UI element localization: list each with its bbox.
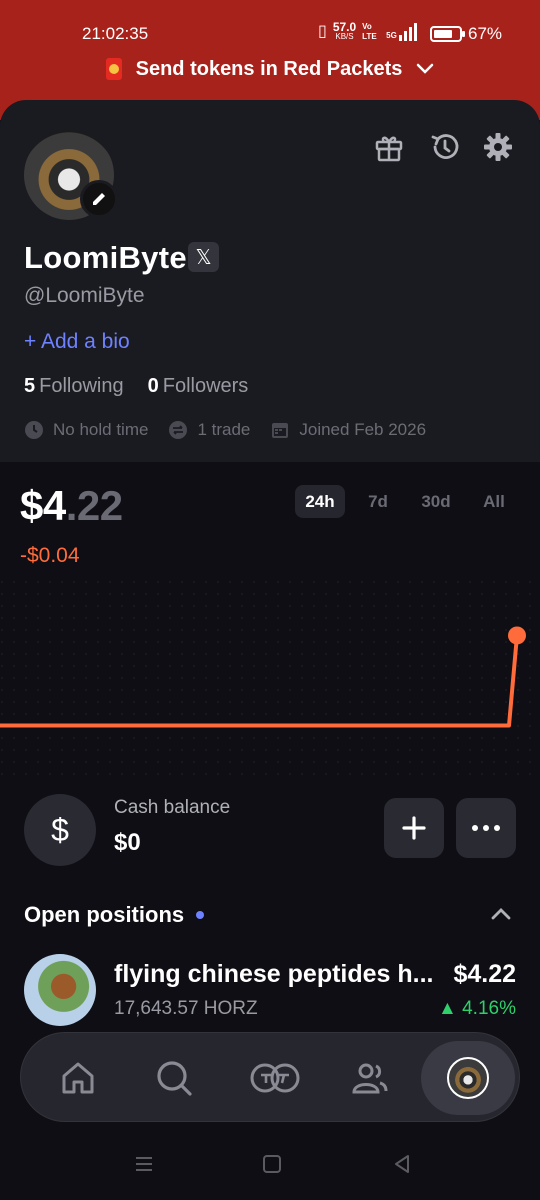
more-icon [472,825,500,831]
home-button-icon[interactable] [262,1154,282,1174]
system-nav-bar [0,1130,540,1200]
position-value: $4.22 [453,960,516,988]
gift-icon[interactable] [372,130,406,164]
cash-balance-label: Cash balance [114,797,231,818]
x-link-icon[interactable]: 𝕏 [188,242,219,272]
followers-link[interactable]: 0 Followers [148,375,249,398]
calendar-icon [272,423,289,438]
status-time: 21:02:35 [82,24,149,43]
profile-avatar-small [447,1057,489,1099]
add-bio-link[interactable]: + Add a bio [24,330,130,354]
profile-meta: No hold time 1 trade Joined Feb 2026 [24,420,446,440]
red-packet-icon [105,58,122,80]
position-change: ▲ 4.16% [438,998,516,1019]
community-icon [352,1063,388,1094]
back-icon[interactable] [392,1154,412,1174]
more-options-button[interactable] [456,798,516,858]
bottom-nav [20,1032,520,1122]
vibrate-icon: ▯ [318,23,327,40]
nav-search[interactable] [151,1055,197,1101]
portfolio-chart[interactable] [0,580,540,780]
range-selector: 24h 7d 30d All [295,485,527,518]
cash-balance-value: $0 [114,829,141,856]
profile-name: LoomiByte [24,240,187,275]
trade-icon [250,1063,300,1093]
nav-home[interactable] [55,1055,101,1101]
search-icon [157,1061,192,1096]
follow-stats: 5 Following 0 Followers [24,375,248,398]
range-24h[interactable]: 24h [295,485,345,518]
swap-icon [169,421,188,439]
nav-profile[interactable] [421,1041,515,1115]
chart-last-point [508,626,526,645]
nav-trade[interactable] [247,1055,303,1101]
following-link[interactable]: 5 Following [24,375,124,398]
clock-icon [25,421,43,439]
range-30d[interactable]: 30d [411,485,461,518]
red-packets-banner[interactable]: Send tokens in Red Packets [0,54,540,84]
volte-icon: Vo LTE [362,22,377,41]
joined-stat: Joined Feb 2026 [270,420,426,440]
position-name[interactable]: flying chinese peptides h... [114,960,444,989]
status-bar: 21:02:35 ▯ 57.0 KB/S Vo LTE 5G 67% [0,20,540,48]
chevron-down-icon [417,63,434,74]
nav-community[interactable] [347,1055,393,1101]
status-indicators: ▯ 57.0 KB/S Vo LTE 5G [318,20,417,42]
edit-avatar-button[interactable] [80,180,118,218]
position-token-avatar [24,954,96,1026]
plus-icon [402,816,426,840]
indicator-dot [196,911,205,919]
portfolio-value: $4.22 [20,482,123,529]
battery-percent: 67% [468,24,503,43]
open-positions-header[interactable]: Open positions [24,902,205,928]
dollar-icon: $ [24,794,96,866]
battery-icon [430,26,465,42]
home-icon [62,1062,94,1094]
history-icon[interactable] [428,130,462,164]
trades-stat: 1 trade [168,420,250,440]
net-speed: 57.0 KB/S [332,20,357,41]
portfolio-change: -$0.04 [20,544,80,567]
signal-icon: 5G [386,23,417,41]
position-quantity: 17,643.57 HORZ [114,998,258,1019]
chevron-up-icon[interactable] [490,906,512,922]
profile-handle: @LoomiByte [24,284,145,307]
range-7d[interactable]: 7d [353,485,403,518]
pencil-icon [93,193,105,205]
gear-icon[interactable] [481,130,515,164]
hold-time-stat: No hold time [24,420,148,440]
menu-icon[interactable] [134,1154,154,1174]
add-cash-button[interactable] [384,798,444,858]
range-all[interactable]: All [469,485,519,518]
banner-text: Send tokens in Red Packets [135,57,403,80]
